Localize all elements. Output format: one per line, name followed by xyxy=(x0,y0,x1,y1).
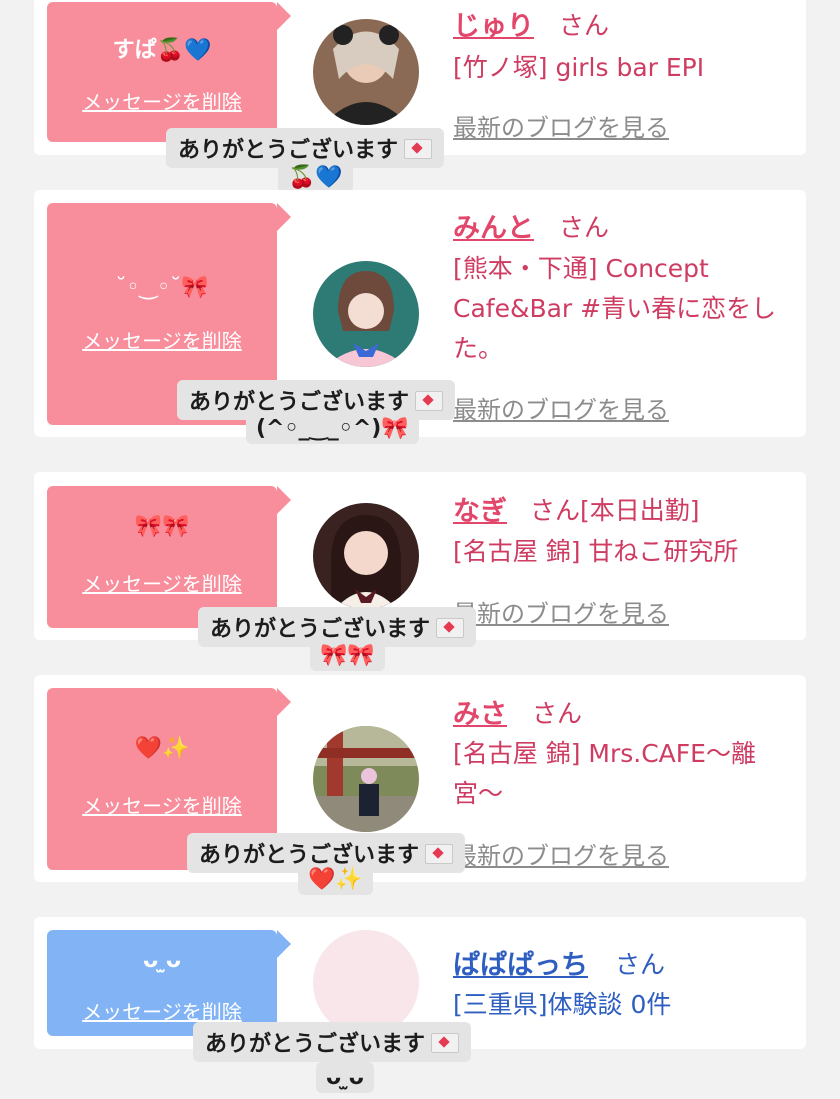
message-bubble: すぱ🍒💙 メッセージを削除 xyxy=(47,2,291,142)
thanks-tooltip-sub: 🍒💙 xyxy=(278,162,353,193)
thanks-tooltip: ありがとうございます xyxy=(193,1022,472,1062)
avatar[interactable] xyxy=(313,19,419,125)
thanks-tooltip-sub: ❤️✨ xyxy=(298,864,373,895)
delete-message-link[interactable]: メッセージを削除 xyxy=(47,790,277,819)
latest-blog-link[interactable]: 最新のブログを見る xyxy=(453,836,669,871)
tooltip-text: ありがとうございます xyxy=(205,1032,426,1057)
user-name-link[interactable]: じゅり xyxy=(453,4,534,43)
love-letter-icon xyxy=(431,1033,460,1053)
tooltip-text: ありがとうございます xyxy=(210,617,431,642)
message-text: 🎀🎀 xyxy=(134,514,190,539)
shop-info: [名古屋 錦] 甘ねこ研究所 xyxy=(453,537,739,566)
honorific: さん[本日出勤] xyxy=(530,496,700,525)
love-letter-icon xyxy=(415,391,444,411)
thanks-tooltip-sub: 🎀🎀 xyxy=(310,640,385,671)
user-name-link[interactable]: みんと xyxy=(453,206,534,245)
thanks-tooltip-sub: ᴗ ̫ᴗ xyxy=(316,1062,374,1093)
message-text: ˘◦‿◦˘🎀 xyxy=(115,275,209,300)
delete-message-link[interactable]: メッセージを削除 xyxy=(47,568,277,597)
latest-blog-link[interactable]: 最新のブログを見る xyxy=(453,108,669,143)
honorific: さん xyxy=(559,213,610,242)
message-text: ᴗ ̫ᴗ xyxy=(143,948,181,973)
shop-info: [三重県]体験談 0件 xyxy=(453,990,672,1019)
love-letter-icon xyxy=(425,844,454,864)
avatar[interactable] xyxy=(313,503,419,609)
honorific: さん xyxy=(615,950,666,979)
honorific: さん xyxy=(559,11,610,40)
user-name-link[interactable]: みさ xyxy=(453,692,507,731)
shop-info: [熊本・下通] Concept Cafe&Bar #青い春に恋をした。 xyxy=(453,254,777,363)
tooltip-text: ありがとうございます xyxy=(189,390,410,415)
message-text: すぱ🍒💙 xyxy=(112,38,212,63)
tooltip-text: ありがとうございます xyxy=(178,138,399,163)
love-letter-icon xyxy=(436,618,465,638)
message-bubble: ᴗ ̫ᴗ メッセージを削除 xyxy=(47,930,291,1036)
message-text: ❤️✨ xyxy=(134,736,190,761)
delete-message-link[interactable]: メッセージを削除 xyxy=(47,325,277,354)
avatar[interactable] xyxy=(313,726,419,832)
user-name-link[interactable]: ぱぱぱっち xyxy=(453,943,588,982)
user-name-link[interactable]: なぎ xyxy=(453,489,507,528)
thanks-tooltip-sub: (^◦_‿_◦^)🎀 xyxy=(246,413,419,444)
delete-message-link[interactable]: メッセージを削除 xyxy=(47,86,277,115)
avatar[interactable] xyxy=(313,261,419,367)
latest-blog-link[interactable]: 最新のブログを見る xyxy=(453,594,669,629)
honorific: さん xyxy=(532,699,583,728)
delete-message-link[interactable]: メッセージを削除 xyxy=(47,996,277,1025)
shop-info: [名古屋 錦] Mrs.CAFE〜離宮〜 xyxy=(453,739,756,808)
avatar-placeholder[interactable] xyxy=(313,930,419,1036)
shop-info: [竹ノ塚] girls bar EPI xyxy=(453,53,705,82)
love-letter-icon xyxy=(404,139,433,159)
latest-blog-link[interactable]: 最新のブログを見る xyxy=(453,390,669,425)
